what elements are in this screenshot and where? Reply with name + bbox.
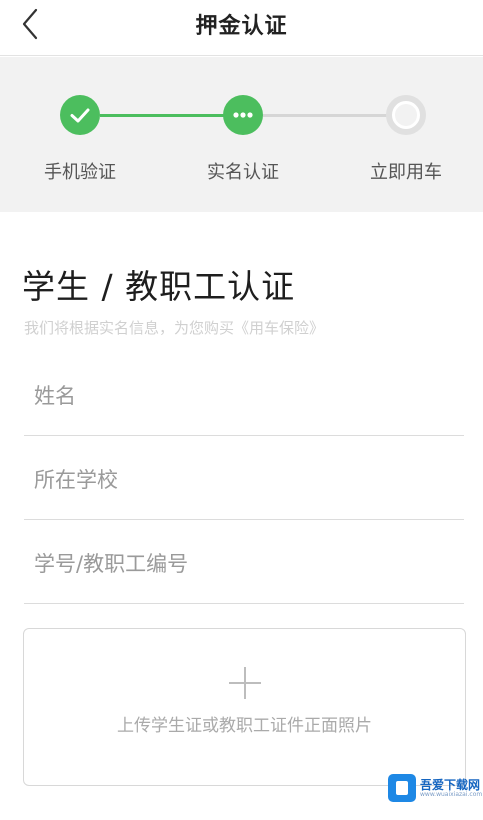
watermark-url: www.wuaixiazai.com: [420, 791, 483, 798]
name-input[interactable]: 姓名: [24, 352, 464, 436]
step-label-realname: 实名认证: [207, 162, 279, 183]
check-icon: [70, 108, 90, 123]
school-input[interactable]: 所在学校: [24, 436, 464, 520]
plus-icon: [229, 667, 261, 699]
ellipsis-icon: [233, 112, 253, 118]
form-heading: 学生 / 教职工认证: [22, 267, 296, 306]
watermark-logo-icon: [388, 774, 416, 802]
progress-stepper: 手机验证 实名认证 立即用车: [0, 57, 483, 212]
student-id-placeholder: 学号/教职工编号: [34, 552, 189, 576]
upload-id-photo-button[interactable]: 上传学生证或教职工证件正面照片: [23, 628, 466, 786]
student-id-input[interactable]: 学号/教职工编号: [24, 520, 464, 604]
form-subtitle: 我们将根据实名信息，为您购买《用车保险》: [24, 319, 325, 337]
page-title: 押金认证: [195, 14, 288, 39]
auth-form: 学生 / 教职工认证 我们将根据实名信息，为您购买《用车保险》 姓名 所在学校 …: [0, 212, 483, 820]
upload-label: 上传学生证或教职工证件正面照片: [117, 716, 372, 736]
watermark: 吾爱下载网 www.wuaixiazai.com: [388, 772, 483, 804]
step-1-node: [60, 95, 100, 135]
step-label-ride: 立即用车: [370, 162, 442, 183]
step-2-node: [223, 95, 263, 135]
step-connector-done: [100, 114, 224, 117]
step-label-phone: 手机验证: [44, 162, 116, 183]
header-bar: 押金认证: [0, 0, 483, 56]
name-placeholder: 姓名: [34, 384, 76, 408]
step-connector-pending: [263, 114, 387, 117]
school-placeholder: 所在学校: [34, 468, 118, 492]
circle-icon: [386, 95, 426, 135]
